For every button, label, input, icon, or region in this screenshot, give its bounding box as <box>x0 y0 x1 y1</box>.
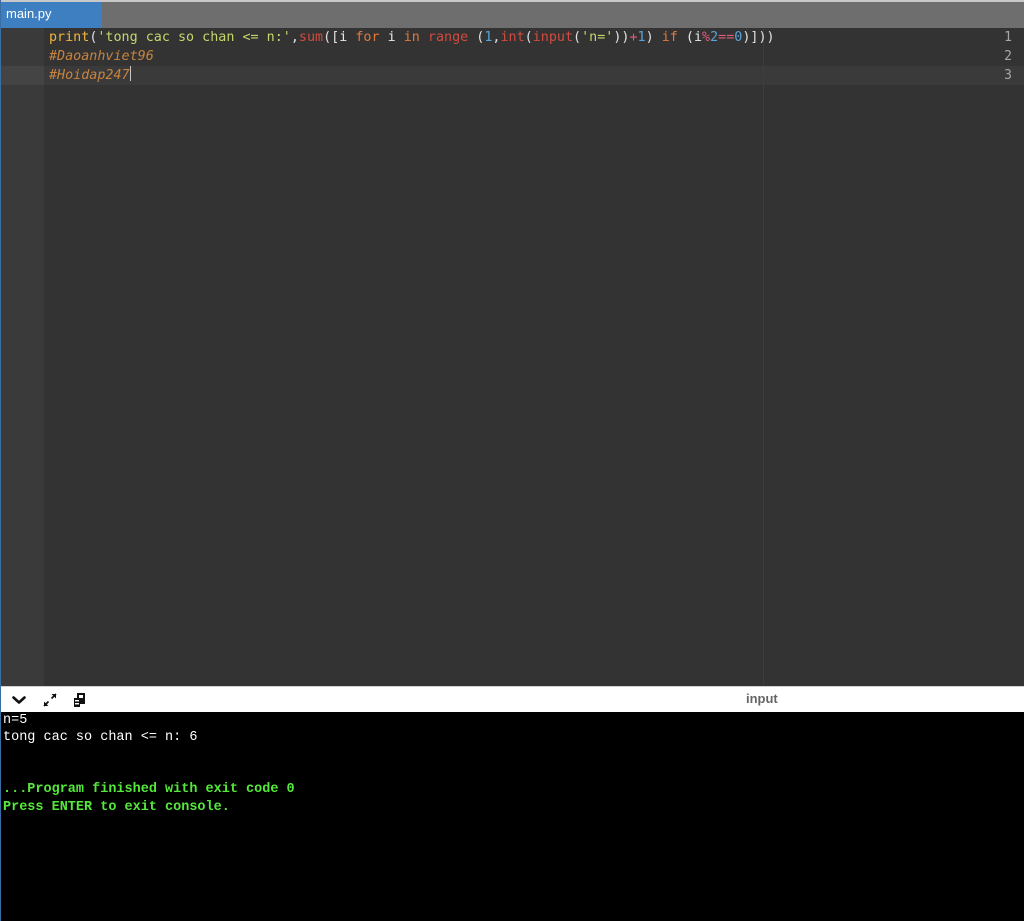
token-keyword: if <box>661 30 678 45</box>
token-comment: #Daoanhviet96 <box>49 49 154 64</box>
token-operator: % <box>702 30 711 45</box>
active-line-highlight <box>44 66 1024 85</box>
online-ide-window: main.py 1 2 3 print ( 'tong cac so chan <=… <box>0 0 1024 921</box>
active-line-gutter-highlight <box>1 66 44 85</box>
token-identifier: i <box>379 30 404 45</box>
token-string: 'n=' <box>581 30 614 45</box>
text-cursor <box>129 66 131 81</box>
token-comma: , <box>290 30 299 45</box>
token-number: 1 <box>637 30 646 45</box>
token-operator: + <box>629 30 638 45</box>
line-number: 3 <box>1004 68 1012 83</box>
chevron-down-icon <box>12 696 26 704</box>
code-line-2[interactable]: #Daoanhviet96 <box>49 47 154 66</box>
token-builtin: range <box>427 30 469 45</box>
console-prompt-line: Press ENTER to exit console. <box>3 799 230 815</box>
token-paren: ( <box>524 30 533 45</box>
token-function: print <box>49 30 90 45</box>
token-paren: ( <box>468 30 485 45</box>
expand-console-button[interactable] <box>41 691 59 709</box>
token-builtin: int <box>500 30 525 45</box>
code-line-3[interactable]: #Hoidap247 <box>49 66 131 85</box>
line-number: 2 <box>1004 49 1012 64</box>
tab-main-py[interactable]: main.py <box>1 2 102 28</box>
clipboard-icon <box>74 693 85 707</box>
console-status-line: ...Program finished with exit code 0 <box>3 782 295 798</box>
copy-output-button[interactable] <box>71 691 89 709</box>
code-editor[interactable]: 1 2 3 print ( 'tong cac so chan <= n:',sum… <box>1 28 1024 686</box>
code-line-1[interactable]: print('tong cac so chan <= n:',sum([i fo… <box>49 28 775 47</box>
token-comment: #Hoidap247 <box>49 68 130 83</box>
token-identifier: i <box>339 30 356 45</box>
token-string: 'tong cac so chan <= n:' <box>97 30 291 45</box>
token-operator: == <box>718 30 735 45</box>
token-keyword: in <box>403 30 420 45</box>
token-keyword: for <box>355 30 380 45</box>
expand-arrows-icon <box>43 693 57 707</box>
output-console[interactable]: n=5 tong cac so chan <= n: 6 ...Program … <box>1 712 1024 921</box>
token-builtin: input <box>532 30 574 45</box>
token-paren: ) <box>645 30 662 45</box>
token-number: 2 <box>710 30 719 45</box>
file-tab-bar: main.py <box>1 0 1024 28</box>
console-input-label: input <box>746 691 778 706</box>
collapse-console-button[interactable] <box>10 691 28 709</box>
token-builtin: sum <box>298 30 324 45</box>
token-paren: ([ <box>323 30 340 45</box>
console-line: n=5 <box>3 713 28 728</box>
token-paren: )) <box>613 30 630 45</box>
console-toolbar: input <box>1 686 1024 712</box>
token-paren: ( <box>573 30 582 45</box>
line-number-gutter <box>1 28 44 686</box>
token-paren: )])) <box>742 30 775 45</box>
token-identifier: (i <box>677 30 703 45</box>
print-margin <box>763 28 764 686</box>
console-line: tong cac so chan <= n: 6 <box>3 730 198 746</box>
line-number: 1 <box>1004 30 1012 45</box>
